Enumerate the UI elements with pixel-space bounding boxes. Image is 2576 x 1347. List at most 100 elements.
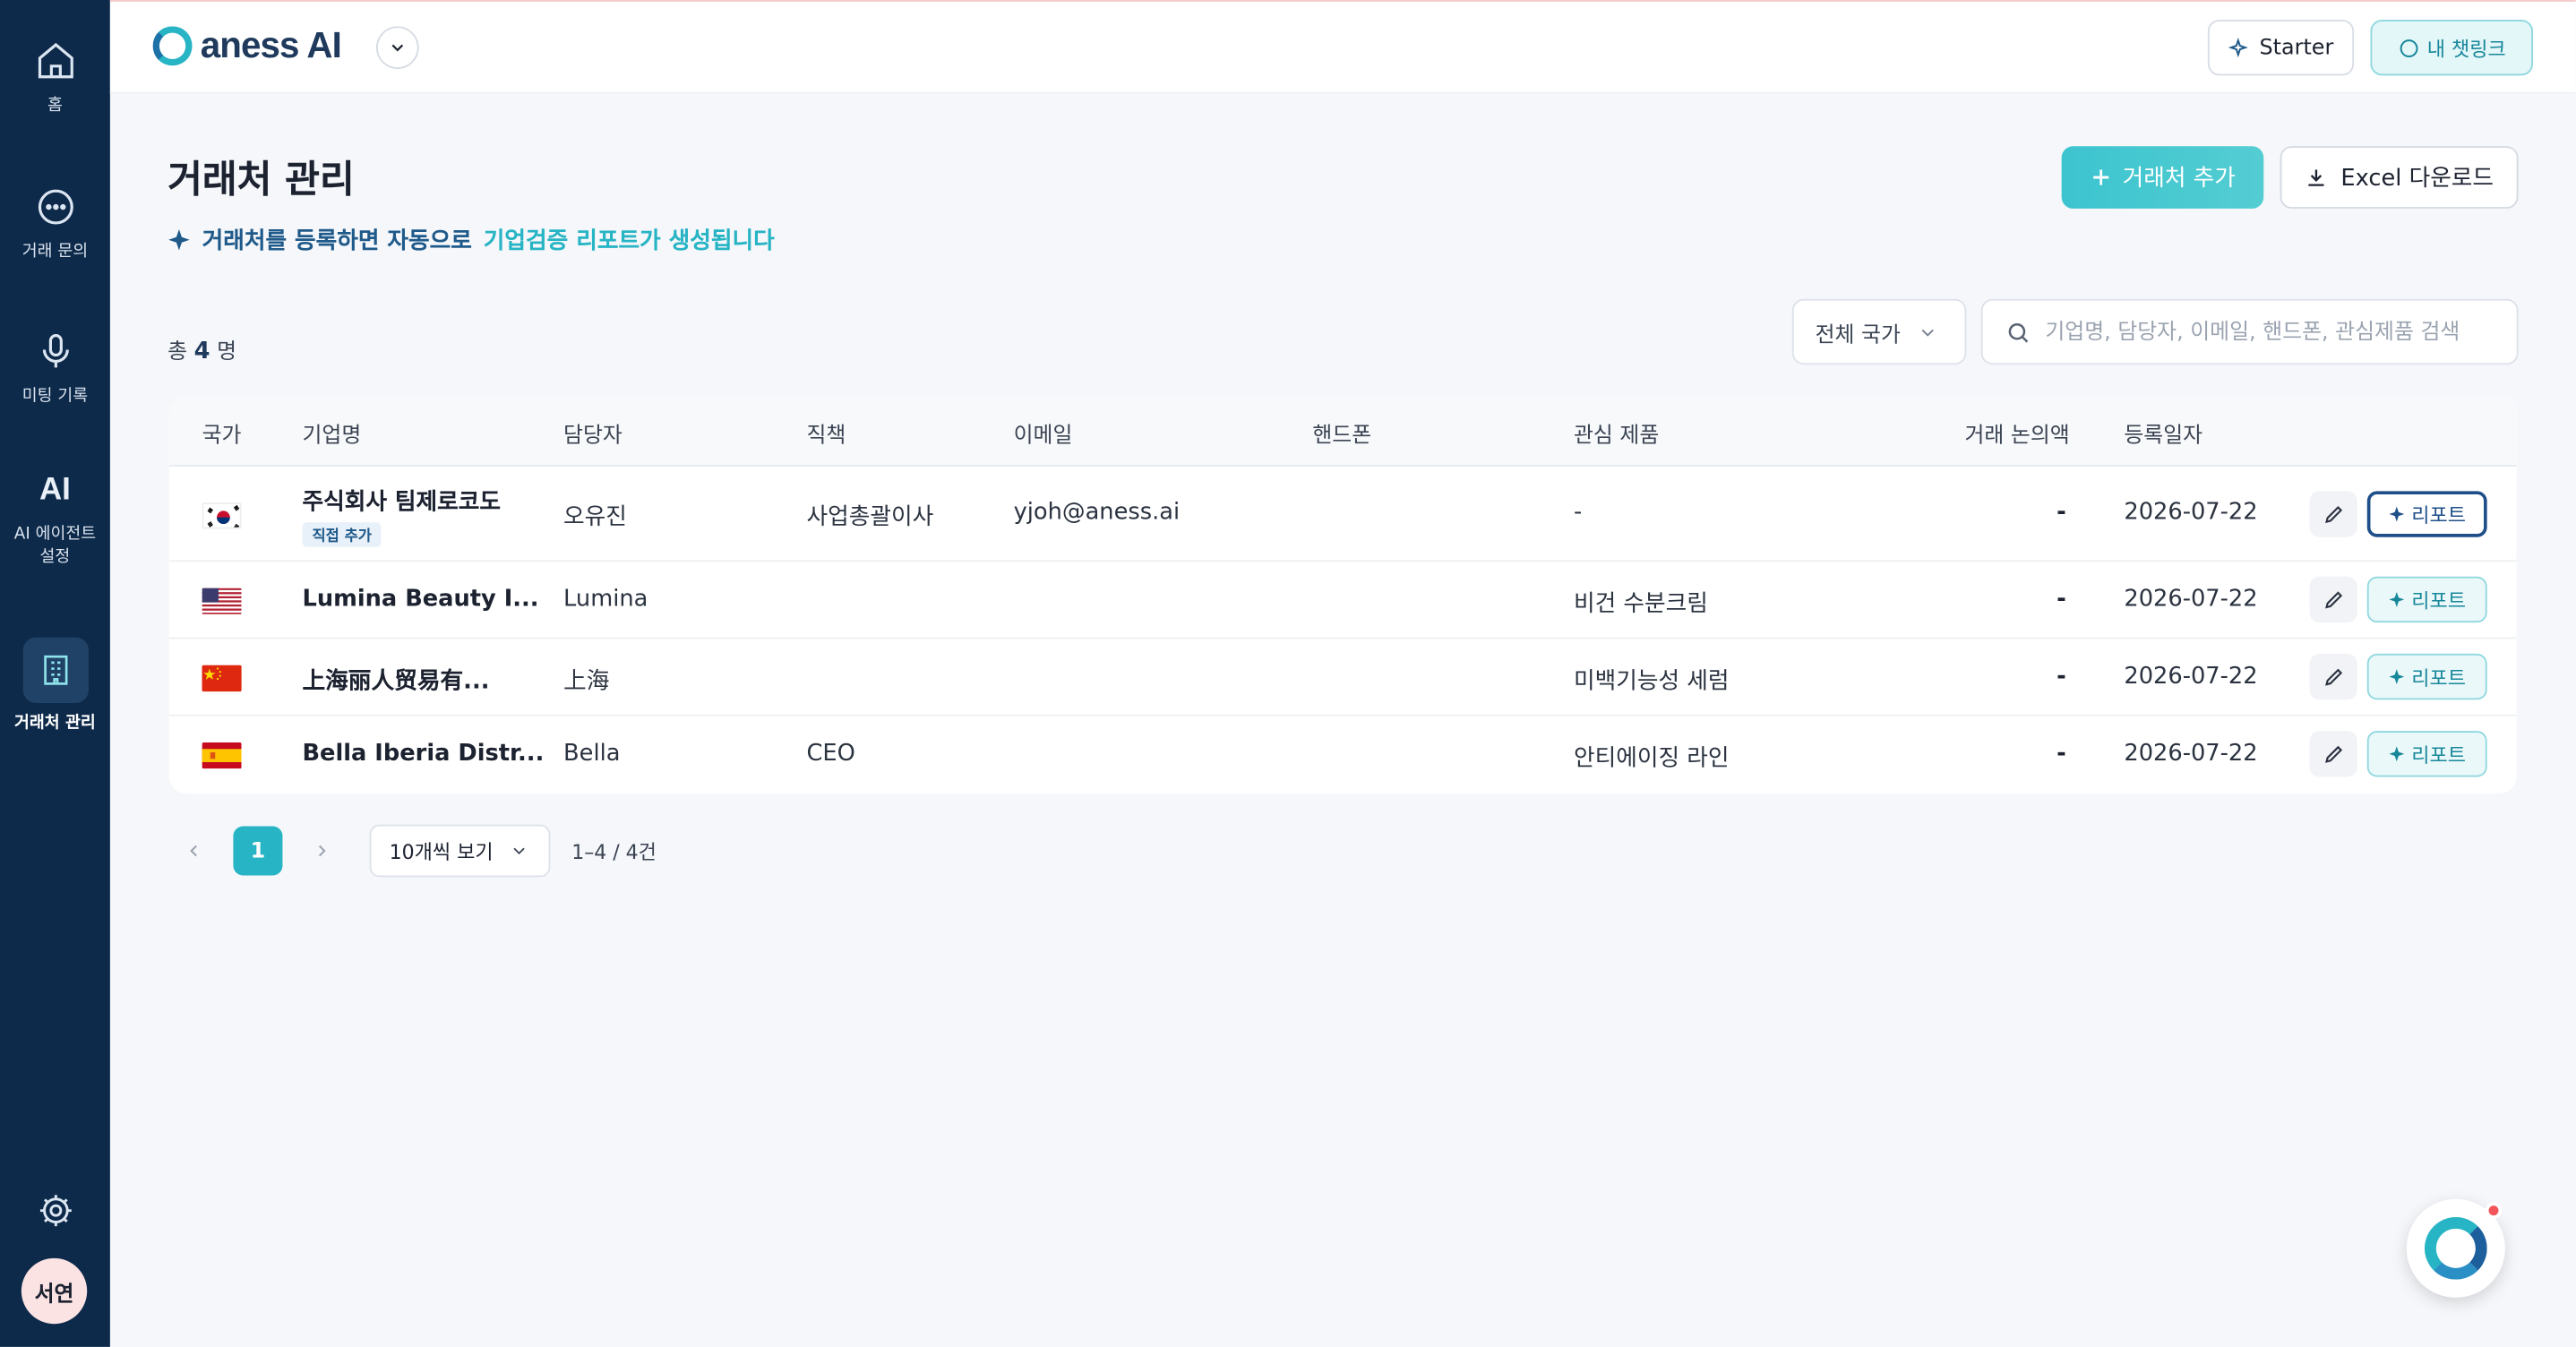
total-prefix: 총	[167, 339, 188, 365]
chevron-left-icon	[190, 845, 197, 857]
column-header-country[interactable]: 국가	[202, 417, 242, 449]
flag-us-icon	[202, 588, 242, 614]
add-partner-button[interactable]: 거래처 추가	[2061, 146, 2264, 209]
chevron-right-icon	[318, 845, 326, 857]
edit-button[interactable]	[2309, 491, 2357, 537]
active-indicator	[21, 637, 89, 703]
deal-amount: -	[2057, 741, 2066, 768]
company-name[interactable]: 주식회사 팀제로코도	[302, 485, 501, 518]
contact-name: Lumina	[563, 586, 648, 613]
column-header-product[interactable]: 관심 제품	[1574, 417, 1659, 449]
column-header-amount[interactable]: 거래 논의액	[1964, 417, 2069, 449]
flag-kr-icon	[202, 502, 242, 529]
my-chatlink-button[interactable]: 내 챗링크	[2370, 20, 2534, 76]
pencil-icon	[2324, 745, 2342, 763]
assistant-chat-button[interactable]	[2406, 1198, 2505, 1298]
chat-bubble-icon	[2399, 39, 2417, 57]
report-button[interactable]: 리포트	[2366, 491, 2487, 537]
workspace-dropdown[interactable]	[375, 26, 419, 70]
total-number: 4	[193, 338, 210, 365]
pencil-icon	[2324, 591, 2342, 609]
ai-icon: AI	[39, 473, 71, 508]
edit-button[interactable]	[2309, 576, 2357, 623]
avatar[interactable]: 서연	[21, 1257, 88, 1325]
starter-label: Starter	[2259, 35, 2334, 60]
logo-text: aness AI	[200, 24, 342, 66]
column-header-contact[interactable]: 담당자	[563, 417, 623, 449]
contact-name: 오유진	[563, 504, 627, 531]
per-page-select[interactable]: 10개씩 보기	[369, 824, 551, 878]
logo[interactable]: aness AI	[152, 24, 342, 68]
country-filter-select[interactable]: 전체 국가	[1791, 298, 1967, 365]
edit-button[interactable]	[2309, 731, 2357, 777]
sidebar-item-label: 거래 문의	[21, 243, 89, 262]
sidebar-item-label: 미팅 기록	[21, 387, 89, 406]
topbar: aness AI Starter 내 챗링크	[109, 0, 2576, 94]
table-row[interactable]: Lumina Beauty I... Lumina 비건 수분크림 - 2026…	[168, 562, 2517, 639]
sidebar-item-meetings[interactable]: 미팅 기록	[0, 330, 110, 409]
sidebar-item-label: 거래처 관리	[14, 714, 96, 733]
next-page-button[interactable]	[305, 835, 339, 868]
table-row[interactable]: 주식회사 팀제로코도 직접 추가 오유진 사업총괄이사 yjoh@aness.a…	[168, 467, 2517, 562]
sparkle-icon	[2228, 37, 2249, 57]
registered-date: 2026-07-22	[2124, 741, 2258, 768]
report-label: 리포트	[2411, 665, 2466, 690]
gear-icon	[39, 1195, 71, 1227]
column-header-position[interactable]: 직책	[806, 417, 846, 449]
flag-cn-icon	[202, 665, 242, 692]
excel-download-label: Excel 다운로드	[2340, 166, 2494, 193]
plus-icon	[2093, 169, 2109, 185]
report-button[interactable]: 리포트	[2366, 731, 2487, 777]
chevron-down-icon	[1921, 328, 1934, 336]
column-header-phone[interactable]: 핸드폰	[1312, 417, 1371, 449]
table-row[interactable]: Bella Iberia Distr... Bella CEO 안티에이징 라인…	[169, 716, 2517, 794]
deal-amount: -	[2057, 586, 2066, 613]
download-icon	[2308, 169, 2324, 186]
pagination-range: 1–4 / 4건	[571, 841, 657, 864]
excel-download-button[interactable]: Excel 다운로드	[2280, 146, 2519, 209]
sidebar-item-home[interactable]: 홈	[0, 39, 110, 118]
search-box	[1980, 298, 2519, 365]
prev-page-button[interactable]	[177, 835, 210, 868]
column-header-date[interactable]: 등록일자	[2124, 417, 2202, 449]
chevron-down-icon	[391, 44, 404, 52]
report-label: 리포트	[2411, 742, 2466, 767]
registered-date: 2026-07-22	[2124, 586, 2258, 613]
starter-plan-button[interactable]: Starter	[2207, 20, 2355, 76]
deal-amount: -	[2057, 499, 2066, 526]
column-header-company[interactable]: 기업명	[302, 417, 361, 449]
sidebar-item-partners[interactable]: 거래처 관리	[0, 637, 110, 736]
sidebar-item-inquiries[interactable]: 거래 문의	[0, 185, 110, 264]
home-icon	[37, 42, 73, 79]
page-number-button[interactable]: 1	[233, 826, 283, 876]
table-row[interactable]: 上海丽人贸易有... 上海 미백기능성 세럼 - 2026-07-22 리포트	[168, 639, 2517, 716]
edit-button[interactable]	[2309, 653, 2357, 700]
company-name[interactable]: 上海丽人贸易有...	[302, 664, 489, 697]
report-button[interactable]: 리포트	[2366, 653, 2487, 700]
subtitle-highlight: 기업검증 리포트가 생성됩니다	[483, 227, 775, 255]
deal-amount: -	[2057, 663, 2066, 691]
pencil-icon	[2324, 506, 2342, 524]
sparkle-icon	[2389, 746, 2405, 762]
interest-product: 비건 수분크림	[1573, 591, 1708, 618]
building-icon	[43, 655, 67, 685]
settings-button[interactable]	[0, 1191, 110, 1231]
company-name[interactable]: Lumina Beauty I...	[302, 587, 538, 613]
column-header-email[interactable]: 이메일	[1014, 417, 1073, 449]
report-button[interactable]: 리포트	[2366, 576, 2487, 623]
sparkle-icon	[2389, 592, 2405, 607]
sidebar: 홈 거래 문의 미팅 기록 AI AI 에이전트 설정 거래처 관리 서연	[0, 0, 110, 1347]
sidebar-item-ai-agent[interactable]: AI AI 에이전트 설정	[0, 473, 110, 570]
company-name[interactable]: Bella Iberia Distr...	[302, 741, 544, 767]
total-count: 총 4 명	[167, 333, 236, 365]
search-input[interactable]	[2045, 319, 2489, 345]
interest-product: -	[1573, 499, 1583, 526]
sparkle-icon	[168, 228, 190, 251]
interest-product: 안티에이징 라인	[1573, 745, 1730, 772]
chat-bubble-icon	[37, 189, 73, 225]
per-page-value: 10개씩 보기	[389, 840, 494, 863]
page-subtitle: 거래처를 등록하면 자동으로 기업검증 리포트가 생성됩니다	[167, 223, 775, 256]
chatlink-label: 내 챗링크	[2426, 37, 2506, 60]
notification-dot	[2485, 1202, 2503, 1219]
interest-product: 미백기능성 세럼	[1573, 668, 1730, 695]
